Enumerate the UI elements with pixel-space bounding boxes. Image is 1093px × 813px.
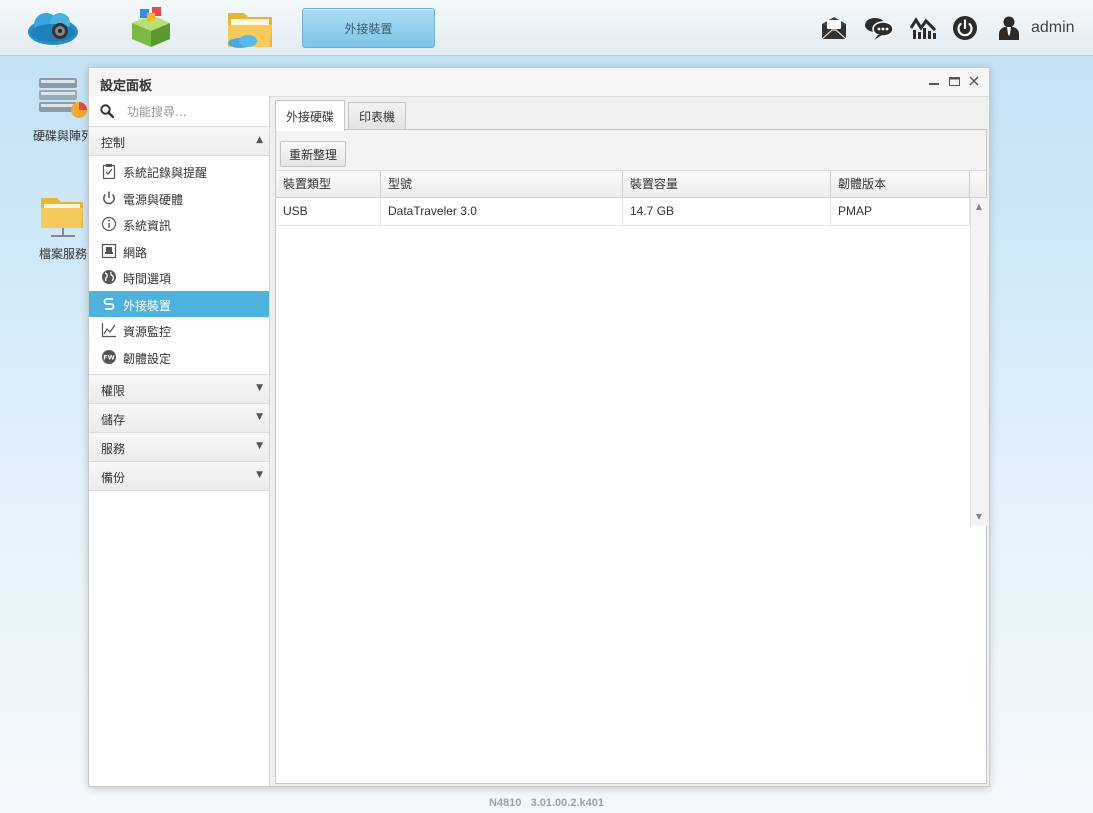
refresh-button-label: 重新整理 — [289, 147, 338, 162]
sidebar-item-label: 系統記錄與提醒 — [123, 166, 208, 180]
sidebar-item-power[interactable]: 電源與硬體 — [89, 185, 269, 212]
mail-icon[interactable] — [818, 12, 850, 44]
table-body: USB DataTraveler 3.0 14.7 GB PMAP — [276, 198, 970, 526]
tab-bar: 外接硬碟 印表機 — [275, 100, 409, 131]
chat-icon[interactable] — [863, 12, 895, 44]
sidebar-item-firmware[interactable]: FW 韌體設定 — [89, 344, 269, 371]
column-header-model[interactable]: 型號 — [381, 171, 623, 197]
cell-model: DataTraveler 3.0 — [381, 198, 623, 225]
scroll-down-icon[interactable]: ▼ — [971, 510, 987, 524]
category-control[interactable]: 控制 ▲ — [89, 127, 269, 156]
version-text: N4810 3.01.00.2.k401 — [489, 797, 604, 809]
table-row[interactable]: USB DataTraveler 3.0 14.7 GB PMAP — [276, 198, 970, 226]
taskbar-active-app[interactable]: 外接裝置 — [302, 8, 435, 48]
info-icon — [101, 216, 117, 232]
tab-label: 外接硬碟 — [286, 109, 335, 124]
globe-icon — [101, 269, 117, 285]
cell-capacity: 14.7 GB — [623, 198, 831, 225]
cloud-app-icon[interactable] — [24, 5, 88, 51]
sidebar-item-external-device[interactable]: 外接裝置 — [89, 290, 269, 317]
sidebar-item-label: 資源監控 — [123, 325, 172, 339]
usb-icon — [101, 296, 117, 312]
sidebar-item-label: 電源與硬體 — [123, 192, 184, 207]
scroll-up-icon[interactable]: ▲ — [971, 200, 987, 214]
sidebar-item-label: 外接裝置 — [123, 298, 172, 313]
chevron-up-icon: ▲ — [256, 135, 263, 145]
user-icon[interactable] — [993, 12, 1025, 44]
category-storage[interactable]: 儲存 ▼ — [89, 404, 269, 433]
column-header-capacity[interactable]: 裝置容量 — [623, 171, 831, 197]
control-items: 系統記錄與提醒 電源與硬體 系統資訊 網路 時間選項 外接裝置 資源監控 FW … — [89, 156, 269, 374]
taskbar-active-app-label: 外接裝置 — [344, 21, 393, 36]
log-clipboard-icon — [101, 163, 117, 180]
close-icon[interactable] — [967, 73, 981, 89]
tab-panel: 重新整理 裝置類型 型號 裝置容量 韌體版本 USB DataTraveler … — [275, 129, 987, 784]
sidebar-item-log[interactable]: 系統記錄與提醒 — [89, 158, 269, 185]
sidebar-item-time[interactable]: 時間選項 — [89, 264, 269, 291]
tab-external-disk[interactable]: 外接硬碟 — [275, 100, 346, 131]
category-label: 權限 — [101, 384, 126, 398]
chevron-down-icon: ▼ — [256, 441, 263, 451]
toolbar: 重新整理 — [276, 130, 986, 171]
window-title: 設定面板 — [100, 79, 153, 94]
chart-icon — [101, 322, 117, 338]
network-icon — [101, 243, 117, 259]
sidebar-item-label: 網路 — [123, 245, 148, 260]
category-label: 備份 — [101, 471, 126, 485]
category-label: 服務 — [101, 442, 126, 456]
search-icon — [100, 104, 115, 121]
power-icon[interactable] — [949, 12, 981, 44]
sidebar-item-label: 韌體設定 — [123, 351, 172, 366]
sidebar-item-resource-monitor[interactable]: 資源監控 — [89, 317, 269, 344]
chevron-down-icon: ▼ — [256, 412, 263, 422]
category-backup[interactable]: 備份 ▼ — [89, 462, 269, 491]
category-permission[interactable]: 權限 ▼ — [89, 374, 269, 404]
user-name[interactable]: admin — [1031, 19, 1075, 37]
svg-text:FW: FW — [103, 353, 115, 361]
sidebar: 控制 ▲ 系統記錄與提醒 電源與硬體 系統資訊 — [89, 96, 270, 786]
app-center-icon[interactable] — [122, 5, 186, 51]
sidebar-item-system-info[interactable]: 系統資訊 — [89, 211, 269, 238]
taskbar: 外接裝置 admin — [0, 0, 1093, 56]
firmware-icon: FW — [101, 349, 117, 365]
table-header: 裝置類型 型號 裝置容量 韌體版本 — [276, 171, 986, 198]
tab-label: 印表機 — [359, 110, 396, 124]
content-area: 外接硬碟 印表機 重新整理 裝置類型 型號 裝置容量 韌體版本 USB Data… — [273, 100, 987, 784]
vertical-scrollbar[interactable]: ▲ ▼ — [970, 198, 987, 526]
sidebar-item-network[interactable]: 網路 — [89, 238, 269, 265]
file-manager-icon[interactable] — [222, 5, 286, 51]
power-icon — [101, 190, 117, 206]
window-titlebar[interactable]: 設定面板 — [89, 68, 989, 97]
column-header-type[interactable]: 裝置類型 — [276, 171, 381, 197]
minimize-icon[interactable] — [927, 73, 941, 89]
chevron-down-icon: ▼ — [256, 470, 263, 480]
category-label: 儲存 — [101, 413, 126, 427]
column-header-firmware[interactable]: 韌體版本 — [831, 171, 970, 197]
file-service-icon — [41, 198, 83, 237]
search-box — [89, 96, 269, 127]
resource-monitor-icon[interactable] — [907, 12, 939, 44]
cell-type: USB — [276, 198, 381, 225]
category-service[interactable]: 服務 ▼ — [89, 433, 269, 462]
tab-printer[interactable]: 印表機 — [348, 102, 407, 130]
category-label: 控制 — [101, 136, 126, 150]
chevron-down-icon: ▼ — [256, 383, 263, 393]
disk-array-icon — [39, 78, 87, 118]
maximize-icon[interactable] — [947, 73, 961, 89]
cell-firmware: PMAP — [831, 198, 970, 225]
settings-window: 設定面板 控制 ▲ 系統記錄與提醒 — [88, 67, 990, 787]
sidebar-item-label: 系統資訊 — [123, 219, 172, 233]
refresh-button[interactable]: 重新整理 — [280, 141, 347, 167]
search-input[interactable] — [125, 101, 265, 123]
sidebar-item-label: 時間選項 — [123, 272, 172, 286]
